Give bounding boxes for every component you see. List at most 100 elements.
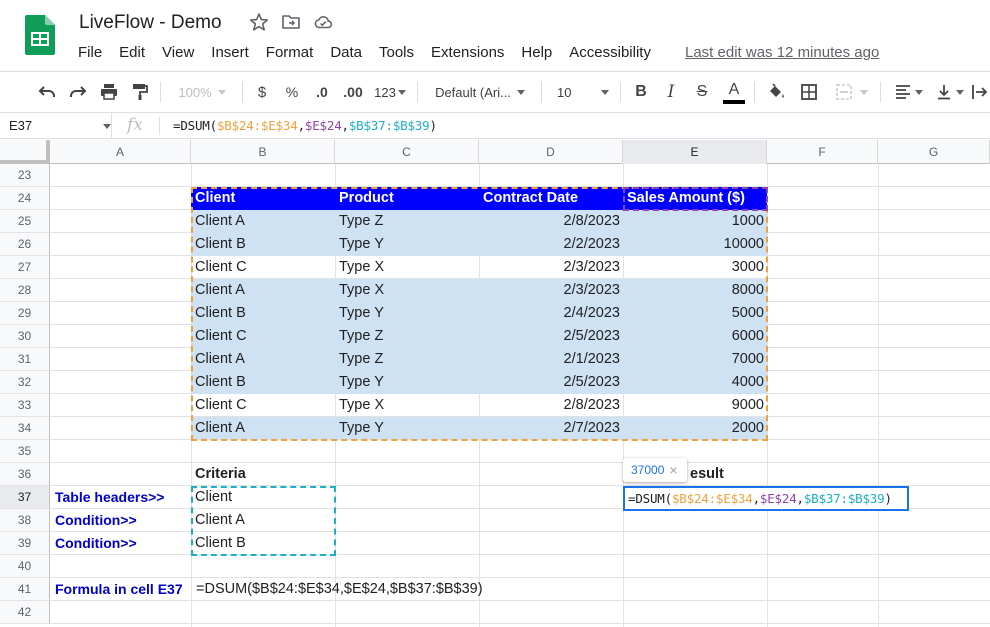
column-header-d[interactable]: D [479,140,623,164]
font-size-value: 10 [557,84,572,100]
row-header[interactable]: 32 [0,371,50,394]
menu-tools[interactable]: Tools [379,44,420,61]
toolbar-divider [160,82,161,102]
menu-insert[interactable]: Insert [211,44,255,61]
menu-help[interactable]: Help [521,44,558,61]
row-header[interactable]: 34 [0,417,50,440]
zoom-value: 100% [178,84,212,100]
gridline [878,164,879,627]
column-header-f[interactable]: F [767,140,878,164]
condition-label[interactable]: Condition>> [51,509,191,532]
table-headers-label[interactable]: Table headers>> [51,486,191,509]
merge-cells-button[interactable] [829,72,873,112]
spreadsheet-grid[interactable]: A B C D E F G 23 24 25 26 27 28 29 30 31… [0,140,990,627]
star-icon[interactable] [249,12,269,32]
row-header[interactable]: 26 [0,233,50,256]
row-header[interactable]: 23 [0,164,50,187]
column-header-g[interactable]: G [878,140,990,164]
redo-button[interactable] [65,72,91,112]
criteria-cell[interactable]: Client B [191,532,335,555]
decrease-decimal-button[interactable]: .0 [310,72,334,112]
criteria-heading[interactable]: Criteria [191,463,335,486]
merge-cells-icon [836,84,852,100]
row-header[interactable]: 33 [0,394,50,417]
formula-comma: , [341,118,350,133]
criteria-cell[interactable]: Client [191,486,335,509]
criteria-cell[interactable]: Client A [191,509,335,532]
close-icon[interactable]: × [669,462,677,478]
font-family-select[interactable]: Default (Ari... [427,72,533,112]
toolbar-divider [541,82,542,102]
menu-format[interactable]: Format [266,44,320,61]
more-formats-select[interactable]: 123 [370,72,410,112]
menu-accessibility[interactable]: Accessibility [569,44,657,61]
row-header[interactable]: 35 [0,440,50,463]
select-all-corner[interactable] [0,140,50,164]
row-header[interactable]: 37 [0,486,50,509]
currency-button[interactable]: $ [250,72,274,112]
increase-decimal-button[interactable]: .00 [339,72,367,112]
row-header[interactable]: 41 [0,578,50,601]
italic-button[interactable]: I [659,72,683,112]
sheets-logo-icon[interactable] [25,15,55,55]
formula-comma: , [796,491,805,506]
borders-button[interactable] [796,72,822,112]
column-header-b[interactable]: B [191,140,335,164]
row-header[interactable]: 40 [0,555,50,578]
formula-input[interactable]: =DSUM($B$24:$E$34,$E$24,$B$37:$B$39) [173,118,437,133]
bold-button[interactable]: B [629,72,653,112]
font-size-select[interactable]: 10 [551,72,615,112]
percent-button[interactable]: % [281,72,303,112]
column-header-c[interactable]: C [335,140,479,164]
text-color-button[interactable]: A [721,72,747,112]
print-button[interactable] [96,72,122,112]
fill-color-button[interactable] [763,72,789,112]
row-header[interactable]: 36 [0,463,50,486]
cell-editor[interactable]: =DSUM($B$24:$E$34,$E$24,$B$37:$B$39) [623,486,909,511]
row-header[interactable]: 29 [0,302,50,325]
zoom-select[interactable]: 100% [170,72,234,112]
menu-data[interactable]: Data [330,44,368,61]
formula-prefix: =DSUM( [628,491,672,506]
formula-suffix: ) [884,491,892,506]
row-header[interactable]: 30 [0,325,50,348]
last-edit-link[interactable]: Last edit was 12 minutes ago [685,44,879,61]
menu-view[interactable]: View [162,44,200,61]
condition-label[interactable]: Condition>> [51,532,191,555]
borders-icon [801,84,817,100]
row-header[interactable]: 27 [0,256,50,279]
toolbar-divider [417,82,418,102]
undo-button[interactable] [34,72,60,112]
row-header[interactable]: 39 [0,532,50,555]
menu-bar: File Edit View Insert Format Data Tools … [78,44,668,61]
chevron-down-icon [860,89,868,95]
result-heading[interactable]: esult [690,463,750,486]
text-wrapping-button[interactable] [970,72,990,112]
formula-location-label[interactable]: Formula in cell E37 [51,578,191,601]
strikethrough-button[interactable]: S [690,72,714,112]
column-header-e[interactable]: E [623,140,767,164]
vertical-align-button[interactable] [930,72,968,112]
row-header[interactable]: 24 [0,187,50,210]
database-range-highlight [191,187,768,441]
menu-edit[interactable]: Edit [119,44,151,61]
row-header[interactable]: 28 [0,279,50,302]
formula-database-range: $B$24:$E$34 [671,491,753,506]
menu-file[interactable]: File [78,44,108,61]
formula-criteria-range: $B$37:$B$39 [348,118,430,133]
cloud-saved-icon[interactable] [313,12,333,32]
move-folder-icon[interactable] [281,12,301,32]
row-header[interactable]: 38 [0,509,50,532]
paint-format-button[interactable] [127,72,153,112]
chevron-down-icon [955,89,964,95]
horizontal-align-button[interactable] [888,72,928,112]
formula-text-cell[interactable]: =DSUM($B$24:$E$34,$E$24,$B$37:$B$39) [196,578,536,601]
row-header[interactable]: 42 [0,601,50,624]
column-header-a[interactable]: A [50,140,191,164]
row-header[interactable]: 25 [0,210,50,233]
toolbar-divider [880,82,881,102]
row-header[interactable]: 31 [0,348,50,371]
name-box[interactable]: E37 [0,113,112,139]
document-title[interactable]: LiveFlow - Demo [79,12,222,34]
menu-extensions[interactable]: Extensions [431,44,510,61]
